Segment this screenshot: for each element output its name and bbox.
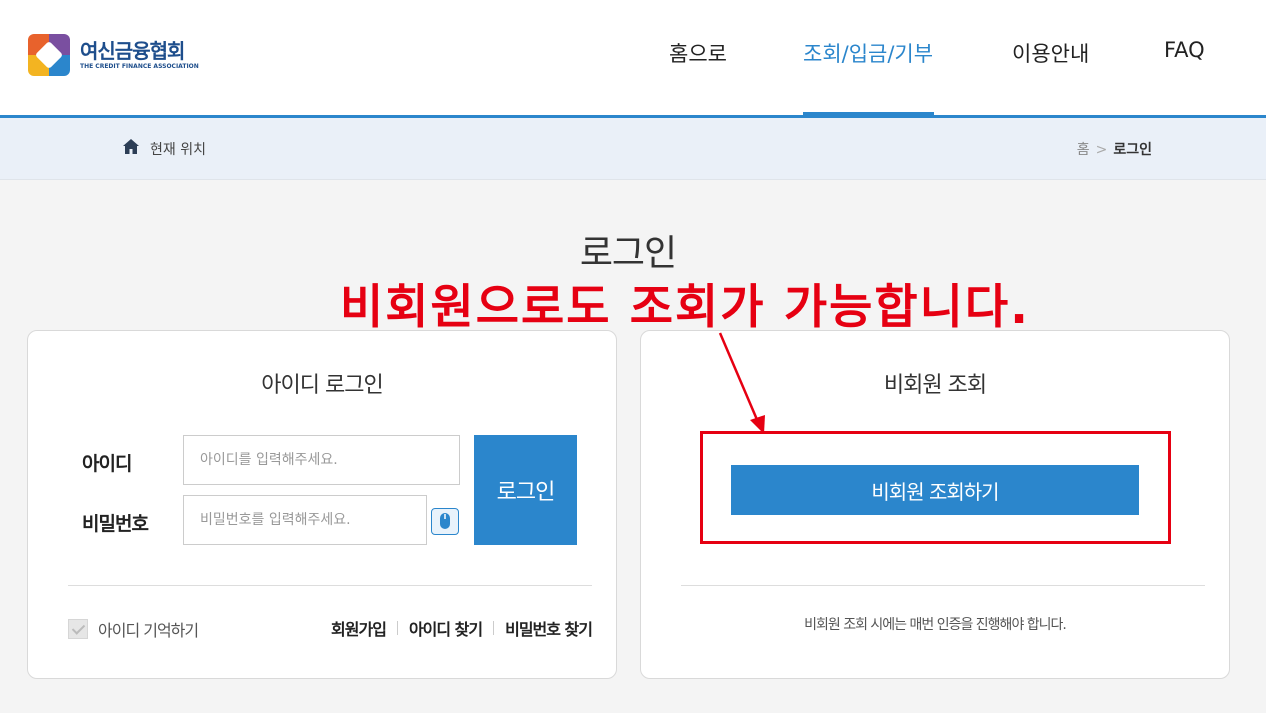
signup-link[interactable]: 회원가입 (331, 616, 387, 640)
home-icon (123, 139, 139, 154)
mouse-icon (440, 513, 450, 529)
nav-item-faq[interactable]: FAQ (1164, 38, 1205, 62)
guest-inquiry-title: 비회원 조회 (883, 373, 987, 398)
remember-id-label: 아이디 기억하기 (98, 621, 199, 640)
breadcrumb-home-link[interactable]: 홈 (1077, 142, 1090, 158)
breadcrumb-separator: > (1095, 142, 1108, 158)
breadcrumb: 현재 위치 홈 > 로그인 (0, 118, 1266, 180)
account-links: 회원가입 아이디 찾기 비밀번호 찾기 (331, 616, 593, 640)
breadcrumb-label: 현재 위치 (150, 142, 206, 158)
password-input[interactable]: 비밀번호를 입력해주세요. (183, 495, 427, 545)
logo-subtitle: THE CREDIT FINANCE ASSOCIATION (80, 63, 199, 70)
nav-active-indicator (803, 112, 934, 117)
annotation-notice: 비회원으로도 조회가 가능합니다. (340, 280, 1030, 335)
find-password-link[interactable]: 비밀번호 찾기 (505, 616, 593, 640)
guest-inquiry-panel: 비회원 조회 비회원 조회하기 비회원 조회 시에는 매번 인증을 진행해야 합… (640, 330, 1230, 679)
logo-mark-icon (28, 34, 70, 76)
site-header: 여신금융협회 THE CREDIT FINANCE ASSOCIATION 홈으… (0, 0, 1266, 118)
id-login-title: 아이디 로그인 (261, 373, 383, 398)
site-logo[interactable]: 여신금융협회 THE CREDIT FINANCE ASSOCIATION (28, 34, 199, 76)
divider (68, 585, 592, 586)
logo-title: 여신금융협회 (80, 39, 185, 63)
breadcrumb-path: 홈 > 로그인 (1077, 139, 1152, 159)
nav-item-home[interactable]: 홈으로 (669, 38, 727, 68)
guest-inquiry-note: 비회원 조회 시에는 매번 인증을 진행해야 합니다. (804, 617, 1067, 633)
nav-item-inquiry[interactable]: 조회/입금/기부 (803, 38, 933, 68)
id-label: 아이디 (82, 453, 132, 475)
id-input[interactable]: 아이디를 입력해주세요. (183, 435, 460, 485)
remember-id[interactable]: 아이디 기억하기 (68, 617, 199, 641)
nav-item-guide[interactable]: 이용안내 (1012, 38, 1089, 68)
breadcrumb-current: 로그인 (1113, 142, 1152, 158)
divider (681, 585, 1205, 586)
password-label: 비밀번호 (82, 513, 149, 535)
remember-id-checkbox[interactable] (68, 619, 88, 639)
id-login-panel: 아이디 로그인 아이디 아이디를 입력해주세요. 비밀번호 비밀번호를 입력해주… (27, 330, 617, 679)
virtual-keyboard-button[interactable] (431, 508, 459, 535)
guest-inquiry-button[interactable]: 비회원 조회하기 (731, 465, 1139, 515)
find-id-link[interactable]: 아이디 찾기 (409, 616, 483, 640)
login-button[interactable]: 로그인 (474, 435, 577, 545)
